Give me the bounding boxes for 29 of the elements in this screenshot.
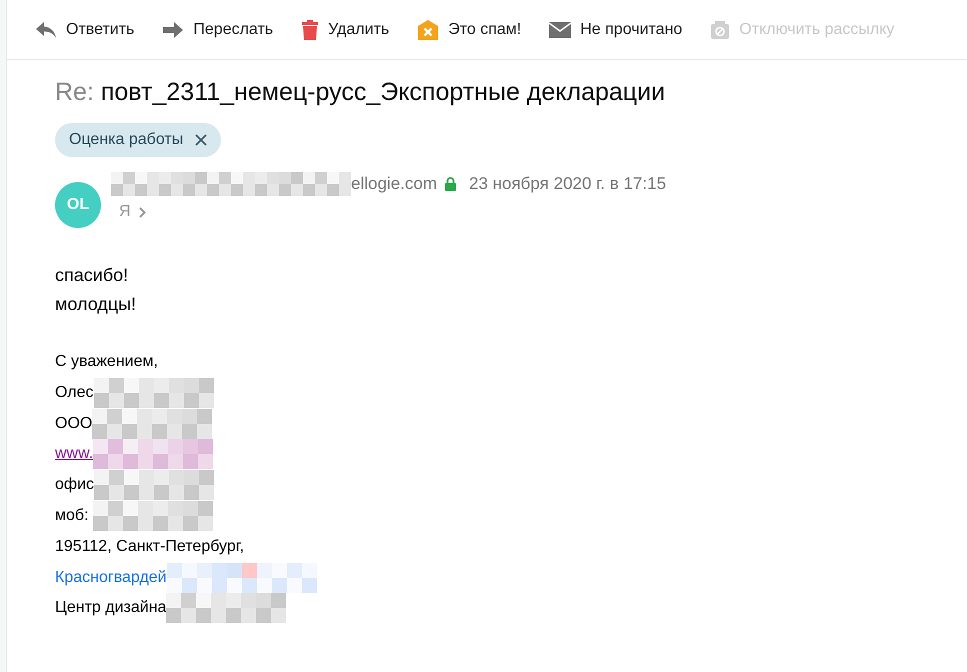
signature-link[interactable]: Красногвардей <box>55 562 167 593</box>
avatar: OL <box>55 182 101 228</box>
signature-line: Центр дизайна <box>55 598 166 618</box>
arrow-right-icon <box>162 22 184 38</box>
reply-icon <box>35 20 57 38</box>
signature-line: моб: <box>55 506 90 526</box>
signature-line: 195112, Санкт-Петербург, <box>55 536 244 557</box>
close-icon[interactable] <box>195 134 208 146</box>
toolbar-button[interactable]: Переслать <box>162 18 274 42</box>
toolbar-button[interactable]: Это спам! <box>417 18 522 42</box>
email-subject: Re: повт_2311_немец-русс_Экспортные декларации <box>55 77 666 108</box>
spam-icon <box>417 18 440 40</box>
signature-line: ООО <box>55 414 92 434</box>
signature-line: офис <box>55 475 94 496</box>
envelope-icon <box>549 22 572 38</box>
unsubscribe-icon <box>710 20 730 40</box>
toolbar-button[interactable]: Ответить <box>35 18 134 42</box>
message-line: спасибо! <box>55 264 130 287</box>
signature-line: Олес <box>55 382 94 403</box>
toolbar-button[interactable]: Удалить <box>301 18 390 42</box>
signature-line: С уважением, <box>55 352 158 372</box>
message-line: молодцы! <box>55 293 138 316</box>
label-text: Оценка работы <box>69 130 184 150</box>
signature-link[interactable]: www. <box>55 439 94 470</box>
chevron-right-icon[interactable] <box>138 206 146 218</box>
trash-icon <box>301 18 320 40</box>
toolbar-button[interactable]: Не прочитано <box>549 18 682 42</box>
email-date: 23 ноября 2020 г. в 17:15 <box>469 173 666 196</box>
sender-address: ellogie.com <box>351 173 437 196</box>
